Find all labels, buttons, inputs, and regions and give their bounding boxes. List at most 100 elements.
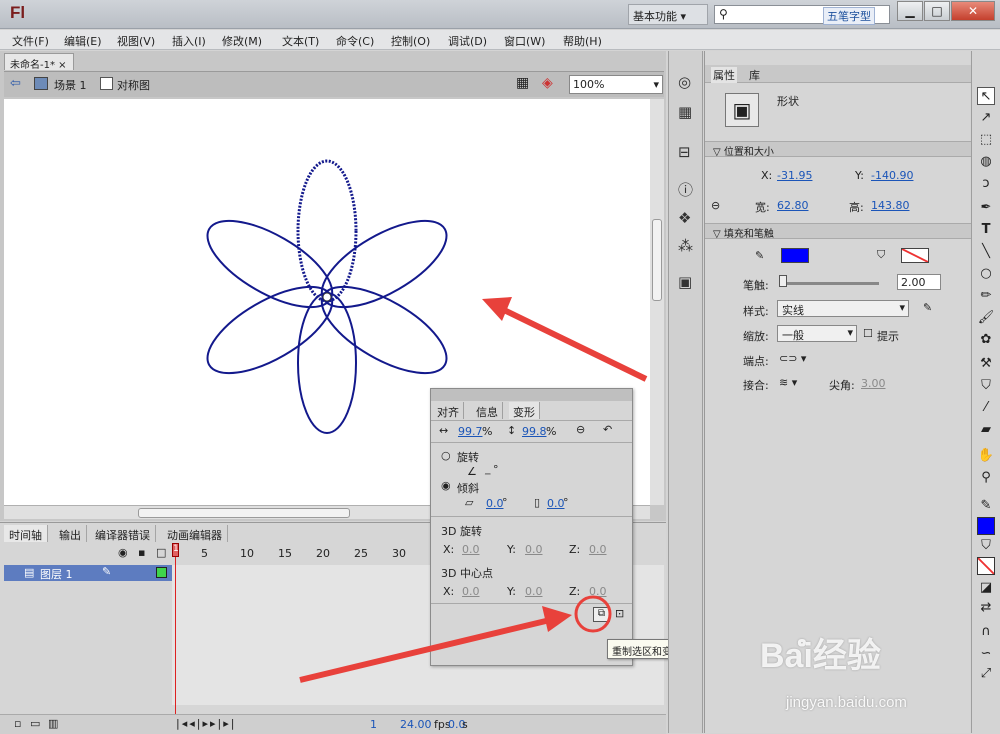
stroke-style-select[interactable]: 实线 ▾ xyxy=(777,300,909,317)
menu-text[interactable]: 文本(T) xyxy=(282,33,319,49)
selection-tool-icon[interactable]: ↖ xyxy=(977,87,995,105)
hand-tool-icon[interactable]: ✋ xyxy=(977,447,995,465)
menu-help[interactable]: 帮助(H) xyxy=(563,33,602,49)
tab-properties[interactable]: 属性 xyxy=(711,67,737,83)
info-panel-icon[interactable]: ⓘ xyxy=(678,179,693,200)
vertical-scrollbar[interactable] xyxy=(650,99,664,505)
swap-colors-icon[interactable]: ⇄ xyxy=(977,599,995,617)
menu-commands[interactable]: 命令(C) xyxy=(336,33,374,49)
minimize-button[interactable]: ▁ xyxy=(897,1,923,21)
height-value[interactable]: 143.80 xyxy=(871,199,910,212)
fill-stroke-section[interactable]: ▽ 填充和笔触 xyxy=(705,223,971,240)
motion-presets-icon[interactable]: ⁂ xyxy=(678,237,693,255)
menu-debug[interactable]: 调试(D) xyxy=(448,33,487,49)
edit-symbol-icon[interactable]: ◈ xyxy=(542,75,553,91)
fps-value[interactable]: 24.00 xyxy=(400,718,432,731)
petal[interactable] xyxy=(195,204,345,324)
oval-tool-icon[interactable]: ○ xyxy=(977,265,995,283)
menu-modify[interactable]: 修改(M) xyxy=(222,33,262,49)
menu-file[interactable]: 文件(F) xyxy=(12,33,49,49)
menu-view[interactable]: 视图(V) xyxy=(117,33,155,49)
hint-checkbox[interactable]: ☐ xyxy=(863,327,873,340)
rotate-value[interactable]: _ xyxy=(485,462,491,475)
tab-output[interactable]: 输出 xyxy=(54,525,87,542)
components-panel-icon[interactable]: ❖ xyxy=(678,209,691,227)
stroke-color-chip[interactable] xyxy=(977,517,995,535)
join-style-icon[interactable]: ≋ ▾ xyxy=(779,376,797,389)
workspace-switcher[interactable]: 基本功能 ▾ xyxy=(628,4,708,25)
free-transform-tool-icon[interactable]: ⬚ xyxy=(977,131,995,149)
tab-compiler-errors[interactable]: 编译器错误 xyxy=(90,525,156,542)
stroke-color-swatch[interactable] xyxy=(781,248,809,263)
scale-height-value[interactable]: 99.8 xyxy=(522,425,547,438)
eye-icon[interactable]: ◉ xyxy=(118,546,128,559)
rotation3d-x[interactable]: 0.0 xyxy=(462,543,480,556)
skew-radio[interactable]: ◉ xyxy=(441,479,451,492)
panel-header[interactable] xyxy=(431,389,632,401)
petal-top[interactable] xyxy=(296,159,358,303)
tab-transform[interactable]: 变形 xyxy=(509,402,540,419)
position-size-section[interactable]: ▽ 位置和大小 xyxy=(705,141,971,158)
menu-control[interactable]: 控制(O) xyxy=(391,33,430,49)
constrain-icon[interactable]: ⊖ xyxy=(576,423,585,436)
x-value[interactable]: -31.95 xyxy=(777,169,812,182)
menu-insert[interactable]: 插入(I) xyxy=(172,33,206,49)
paint-bucket-tool-icon[interactable]: ⛉ xyxy=(977,377,995,395)
new-layer-icon[interactable]: ▫ xyxy=(14,717,21,730)
delete-icon[interactable]: ▥ xyxy=(48,717,58,730)
tab-motion-editor[interactable]: 动画编辑器 xyxy=(162,525,228,542)
snap-to-objects-icon[interactable]: ∩ xyxy=(977,623,995,641)
layer-name[interactable]: 图层 1 xyxy=(40,566,73,582)
rotation3d-y[interactable]: 0.0 xyxy=(525,543,543,556)
back-arrow-icon[interactable]: ⇦ xyxy=(10,76,21,91)
layer-color-swatch[interactable] xyxy=(156,567,167,578)
menu-window[interactable]: 窗口(W) xyxy=(504,33,545,49)
color-panel-icon[interactable]: ◎ xyxy=(678,73,691,91)
black-white-icon[interactable]: ◪ xyxy=(977,579,995,597)
scene-label[interactable]: 场景 1 xyxy=(54,77,87,93)
text-tool-icon[interactable]: T xyxy=(977,221,995,239)
stroke-width-input[interactable]: 2.00 xyxy=(897,274,941,290)
swatches-panel-icon[interactable]: ▦ xyxy=(678,103,692,121)
symbol-label[interactable]: 对称图 xyxy=(117,77,150,93)
lasso-tool-icon[interactable]: ↄ xyxy=(977,175,995,193)
3d-rotation-tool-icon[interactable]: ◍ xyxy=(977,153,995,171)
eyedropper-tool-icon[interactable]: ⁄ xyxy=(977,399,995,417)
align-panel-icon[interactable]: ⊟ xyxy=(678,143,691,161)
skew-v-value[interactable]: 0.0 xyxy=(547,497,565,510)
petal[interactable] xyxy=(297,292,357,434)
brush-tool-icon[interactable]: 🖌 xyxy=(977,309,995,327)
new-folder-icon[interactable]: ▭ xyxy=(30,717,40,730)
outline-icon[interactable]: □ xyxy=(156,546,166,559)
fill-color-swatch[interactable] xyxy=(901,248,929,263)
petal[interactable] xyxy=(195,270,345,390)
stroke-color-tool-icon[interactable]: ✎ xyxy=(977,497,995,515)
close-icon[interactable]: × xyxy=(58,60,66,71)
rotate-radio[interactable]: ○ xyxy=(441,449,451,462)
stroke-slider[interactable] xyxy=(779,282,879,285)
cap-style-icon[interactable]: ⊂⊃ ▾ xyxy=(779,352,806,365)
width-value[interactable]: 62.80 xyxy=(777,199,809,212)
zoom-select[interactable]: 100% ▾ xyxy=(569,75,663,94)
tab-info[interactable]: 信息 xyxy=(472,402,503,419)
scale-width-value[interactable]: 99.7 xyxy=(458,425,483,438)
edit-scene-icon[interactable]: ▦ xyxy=(516,75,529,91)
scroll-thumb[interactable] xyxy=(138,508,350,518)
fill-color-chip[interactable] xyxy=(977,557,995,575)
rotation3d-z[interactable]: 0.0 xyxy=(589,543,607,556)
link-icon[interactable]: ⊖ xyxy=(711,199,720,212)
fill-color-tool-icon[interactable]: ⛉ xyxy=(977,537,995,555)
scale-select[interactable]: 一般 ▾ xyxy=(777,325,857,342)
smooth-icon[interactable]: ∽ xyxy=(977,645,995,663)
close-button[interactable]: ✕ xyxy=(951,1,995,21)
skew-h-value[interactable]: 0.0 xyxy=(486,497,504,510)
restore-button[interactable]: □ xyxy=(924,1,950,21)
line-tool-icon[interactable]: ╲ xyxy=(977,243,995,261)
straighten-icon[interactable]: ⤢ xyxy=(977,665,995,683)
deco-tool-icon[interactable]: ✿ xyxy=(977,331,995,349)
layer-row[interactable]: ▤ 图层 1 ✎ xyxy=(4,565,172,581)
scroll-thumb[interactable] xyxy=(652,219,662,301)
tab-align[interactable]: 对齐 xyxy=(433,402,464,419)
tab-timeline[interactable]: 时间轴 xyxy=(4,525,48,542)
search-input[interactable]: ⚲ 五笔字型 xyxy=(714,5,890,25)
